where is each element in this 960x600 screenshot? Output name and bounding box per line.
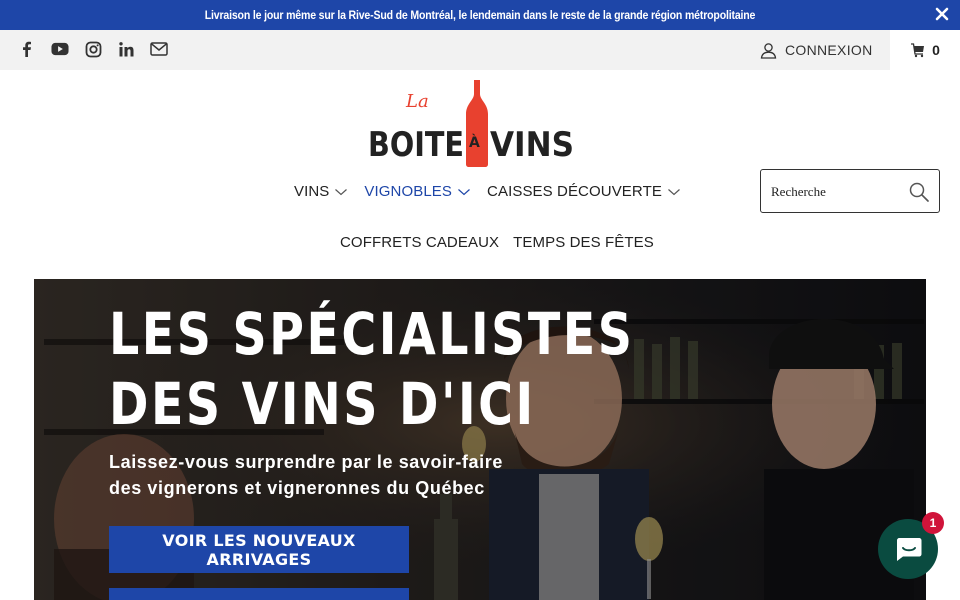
nav-label: CAISSES DÉCOUVERTE [487, 183, 662, 200]
instagram-icon[interactable] [84, 40, 102, 58]
search-input[interactable] [771, 182, 906, 202]
chevron-down-icon [668, 188, 680, 195]
logo-accent: À [469, 134, 480, 151]
nav-label: COFFRETS CADEAUX [340, 234, 500, 251]
chat-notification-badge: 1 [922, 512, 944, 534]
nav-item-coffrets-cadeaux[interactable]: COFFRETS CADEAUX [340, 234, 499, 251]
youtube-icon[interactable] [51, 40, 69, 58]
new-arrivals-button[interactable]: VOIR LES NOUVEAUX ARRIVAGES [109, 526, 409, 573]
cart-count: 0 [932, 42, 940, 58]
secondary-hero-button[interactable] [109, 588, 409, 600]
nav-label: VINS [294, 183, 330, 200]
announcement-text: Livraison le jour même sur la Rive-Sud d… [204, 8, 756, 22]
hero-title: LES SPÉCIALISTES DES VINS D'ICI [109, 299, 634, 439]
logo-right-word: VINS [490, 125, 574, 165]
hero-subtitle: Laissez-vous surprendre par le savoir-fa… [109, 449, 539, 501]
nav-item-caisses-decouverte[interactable]: CAISSES DÉCOUVERTE [487, 183, 681, 200]
nav-label: TEMPS DES FÊTES [513, 234, 654, 251]
utility-bar: CONNEXION 0 [0, 30, 960, 70]
login-link[interactable]: CONNEXION [760, 30, 873, 70]
chevron-down-icon [335, 188, 348, 195]
hero-title-line1: LES SPÉCIALISTES [109, 300, 635, 368]
cart-button[interactable]: 0 [890, 30, 960, 70]
nav-item-vins[interactable]: VINS [294, 183, 348, 200]
user-icon [760, 42, 777, 59]
logo-top-word: La [405, 91, 429, 112]
chevron-down-icon [458, 188, 470, 195]
hero-title-line2: DES VINS D'ICI [109, 370, 536, 438]
announcement-bar: Livraison le jour même sur la Rive-Sud d… [0, 0, 960, 30]
search-box [760, 169, 940, 213]
hero-subtitle-line1: Laissez-vous surprendre par le savoir-fa… [109, 452, 503, 472]
chat-icon [897, 538, 922, 561]
login-label: CONNEXION [785, 42, 873, 58]
email-icon[interactable] [150, 40, 168, 58]
cart-icon [911, 43, 925, 58]
logo-bottle [466, 80, 488, 167]
facebook-icon[interactable] [18, 40, 36, 58]
nav-item-temps-des-fetes[interactable]: TEMPS DES FÊTES [513, 234, 654, 251]
search-icon[interactable] [908, 181, 930, 203]
linkedin-icon[interactable] [117, 40, 135, 58]
nav-item-vignobles[interactable]: VIGNOBLES [364, 183, 471, 200]
main-nav: VINS VIGNOBLES CAISSES DÉCOUVERTE [294, 183, 681, 200]
nav-label: VIGNOBLES [364, 183, 453, 200]
hero-banner: LES SPÉCIALISTES DES VINS D'ICI Laissez-… [34, 279, 926, 600]
secondary-nav: COFFRETS CADEAUX TEMPS DES FÊTES [340, 234, 654, 251]
hero-subtitle-line2: des vignerons et vigneronnes du Québec [109, 478, 485, 498]
logo-left-word: BOITE [368, 125, 464, 165]
social-links [18, 40, 168, 58]
site-logo[interactable]: La BOITE À VINS [366, 80, 576, 170]
close-icon[interactable] [934, 6, 950, 22]
